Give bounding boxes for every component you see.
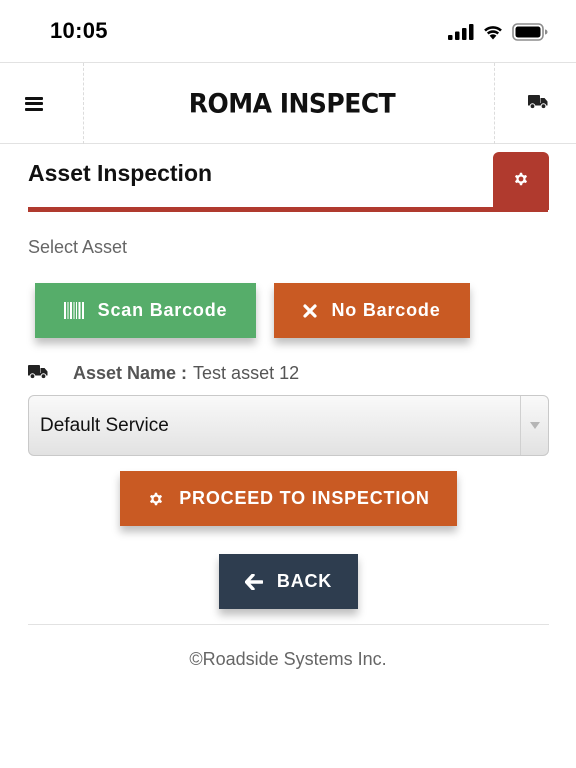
asset-name-label: Asset Name : — [73, 362, 188, 383]
barcode-icon — [63, 302, 84, 319]
status-time: 10:05 — [50, 18, 108, 43]
no-barcode-button[interactable]: No Barcode — [274, 283, 470, 338]
hamburger-menu-icon — [24, 96, 43, 111]
footer-divider — [28, 624, 549, 625]
service-select-value: Default Service — [40, 414, 169, 436]
asset-name-value: Test asset 12 — [193, 362, 300, 383]
select-asset-label: Select Asset — [28, 237, 128, 257]
truck-button[interactable] — [494, 63, 576, 144]
chevron-down-icon — [520, 396, 548, 455]
copyright-text: ©Roadside Systems Inc. — [189, 649, 387, 669]
back-label: BACK — [276, 571, 333, 591]
status-icons — [448, 22, 548, 42]
truck-icon — [527, 94, 548, 114]
back-button[interactable]: BACK — [219, 554, 358, 609]
close-icon — [303, 303, 318, 318]
asset-name-row: Asset Name : Test asset 12 — [28, 362, 299, 384]
page-title: Asset Inspection — [28, 160, 213, 186]
status-bar: 10:05 — [0, 0, 576, 62]
menu-button[interactable] — [0, 63, 84, 144]
truck-icon — [28, 363, 48, 384]
app-logo: ROMA INSPECT — [84, 63, 494, 144]
logo-text: ROMA INSPECT — [188, 88, 396, 119]
app-header: ROMA INSPECT — [0, 62, 576, 144]
no-barcode-label: No Barcode — [331, 300, 441, 320]
gear-icon — [147, 490, 165, 508]
battery-icon — [512, 23, 548, 41]
arrow-left-icon — [244, 573, 263, 590]
wifi-icon — [482, 24, 504, 40]
cellular-signal-icon — [448, 24, 474, 40]
title-divider — [28, 207, 548, 212]
service-select[interactable]: Default Service — [28, 395, 549, 456]
gear-icon — [512, 170, 530, 193]
proceed-label: PROCEED TO INSPECTION — [179, 488, 430, 508]
scan-barcode-label: Scan Barcode — [97, 300, 228, 320]
scan-barcode-button[interactable]: Scan Barcode — [35, 283, 256, 338]
proceed-to-inspection-button[interactable]: PROCEED TO INSPECTION — [120, 471, 457, 526]
settings-button[interactable] — [493, 152, 549, 210]
